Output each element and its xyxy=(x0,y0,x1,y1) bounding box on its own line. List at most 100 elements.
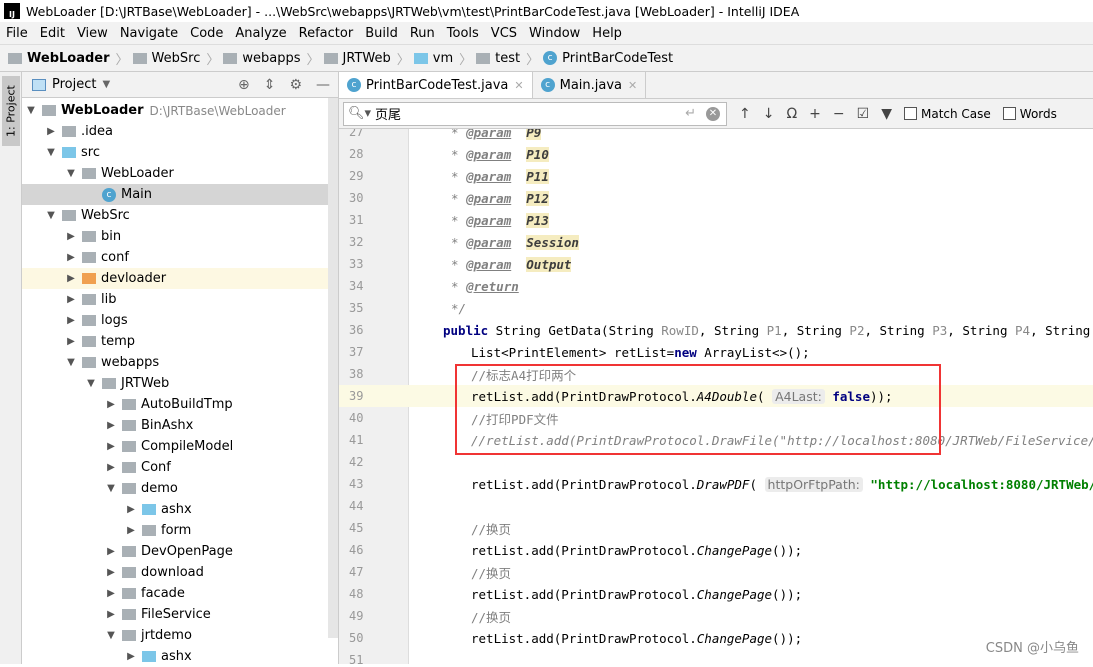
clear-icon[interactable]: ✕ xyxy=(706,106,720,121)
remove-selection-icon[interactable]: − xyxy=(833,106,845,122)
chevron-right-icon[interactable]: ▶ xyxy=(124,651,138,662)
tree-item[interactable]: ▶ lib xyxy=(22,289,338,310)
highlight-box xyxy=(455,364,941,455)
chevron-right-icon[interactable]: ▶ xyxy=(104,588,118,599)
chevron-down-icon[interactable]: ▼ xyxy=(64,168,78,179)
chevron-right-icon[interactable]: ▶ xyxy=(104,609,118,620)
tree-item[interactable]: ▼ JRTWeb xyxy=(22,373,338,394)
tree-item[interactable]: ▶ .idea xyxy=(22,121,338,142)
chevron-down-icon[interactable]: ▼ xyxy=(44,210,58,221)
tree-item[interactable]: ▶ CompileModel xyxy=(22,436,338,457)
chevron-right-icon[interactable]: ▶ xyxy=(64,294,78,305)
chevron-right-icon[interactable]: ▶ xyxy=(64,231,78,242)
close-icon[interactable]: ✕ xyxy=(514,79,523,92)
chevron-right-icon[interactable]: ▶ xyxy=(104,546,118,557)
breadcrumb-item[interactable]: webapps 〉 xyxy=(223,49,320,68)
tree-item[interactable]: ▶ form xyxy=(22,520,338,541)
next-occurrence-icon[interactable]: ↓ xyxy=(763,106,775,122)
chevron-right-icon[interactable]: ▶ xyxy=(44,126,58,137)
chevron-down-icon[interactable]: ▼ xyxy=(24,105,38,116)
scrollbar[interactable] xyxy=(328,98,338,638)
gear-icon[interactable]: ⚙ xyxy=(289,77,302,93)
chevron-down-icon[interactable]: ▼ xyxy=(44,147,58,158)
code-token: P9 xyxy=(526,129,542,140)
tab-main-java[interactable]: c Main.java ✕ xyxy=(533,72,647,98)
chevron-right-icon[interactable]: ▶ xyxy=(104,420,118,431)
menu-run[interactable]: Run xyxy=(404,26,441,41)
breadcrumb-item[interactable]: JRTWeb 〉 xyxy=(323,49,410,68)
menu-refactor[interactable]: Refactor xyxy=(293,26,360,41)
chevron-down-icon[interactable]: ▼ xyxy=(64,357,78,368)
menu-tools[interactable]: Tools xyxy=(441,26,485,41)
search-input[interactable] xyxy=(375,106,676,121)
breadcrumb-item[interactable]: c PrintBarCodeTest xyxy=(543,51,673,66)
filter-icon[interactable]: ▼ xyxy=(881,106,892,122)
search-icon[interactable]: 🔍︎▾ xyxy=(348,106,371,121)
previous-occurrence-icon[interactable]: ↑ xyxy=(739,106,751,122)
tree-item[interactable]: ▼ WebLoader D:\JRTBase\WebLoader xyxy=(22,100,338,121)
tree-item[interactable]: ▶ facade xyxy=(22,583,338,604)
menu-build[interactable]: Build xyxy=(359,26,404,41)
tree-item[interactable]: ▶ AutoBuildTmp xyxy=(22,394,338,415)
line-text: //换页 xyxy=(409,607,511,626)
tree-item[interactable]: ▶ Conf xyxy=(22,457,338,478)
words-checkbox[interactable]: Words xyxy=(1002,107,1057,121)
add-selection-icon[interactable]: + xyxy=(809,106,821,122)
project-tool-button[interactable]: 1: Project xyxy=(2,76,20,146)
chevron-right-icon[interactable]: ▶ xyxy=(64,273,78,284)
menu-navigate[interactable]: Navigate xyxy=(114,26,184,41)
breadcrumb-item[interactable]: vm 〉 xyxy=(413,49,472,68)
menu-vcs[interactable]: VCS xyxy=(485,26,523,41)
tree-item[interactable]: ▶ temp xyxy=(22,331,338,352)
breadcrumb-item[interactable]: WebSrc 〉 xyxy=(132,49,219,68)
chevron-right-icon[interactable]: ▶ xyxy=(64,336,78,347)
tree-item[interactable]: ▼ demo xyxy=(22,478,338,499)
tree-item[interactable]: ▼ webapps xyxy=(22,352,338,373)
chevron-right-icon[interactable]: ▶ xyxy=(104,399,118,410)
menu-code[interactable]: Code xyxy=(184,26,229,41)
tree-item[interactable]: c Main xyxy=(22,184,338,205)
hide-icon[interactable]: — xyxy=(316,77,330,93)
chevron-right-icon[interactable]: ▶ xyxy=(124,525,138,536)
collapse-all-icon[interactable]: ⇕ xyxy=(264,77,276,93)
tree-item[interactable]: ▶ conf xyxy=(22,247,338,268)
tab-printbarcodetest-java[interactable]: c PrintBarCodeTest.java ✕ xyxy=(339,72,533,98)
project-view-selector[interactable]: Project xyxy=(52,77,96,92)
locate-icon[interactable]: ⊕ xyxy=(238,77,250,93)
tree-item[interactable]: ▼ jrtdemo xyxy=(22,625,338,646)
chevron-right-icon[interactable]: ▶ xyxy=(64,252,78,263)
menu-analyze[interactable]: Analyze xyxy=(229,26,292,41)
chevron-down-icon[interactable]: ▼ xyxy=(104,630,118,641)
tree-item[interactable]: ▶ logs xyxy=(22,310,338,331)
tree-item[interactable]: ▶ FileService xyxy=(22,604,338,625)
select-all-occurrences-icon[interactable]: ☑ xyxy=(857,106,870,122)
chevron-down-icon[interactable]: ▼ xyxy=(104,483,118,494)
close-icon[interactable]: ✕ xyxy=(628,79,637,92)
chevron-right-icon[interactable]: ▶ xyxy=(124,504,138,515)
menu-view[interactable]: View xyxy=(71,26,114,41)
tree-item[interactable]: ▶ devloader xyxy=(22,268,338,289)
tree-item[interactable]: ▶ ashx xyxy=(22,499,338,520)
tab-label: PrintBarCodeTest.java xyxy=(366,77,509,93)
find-all-icon[interactable]: Ω xyxy=(786,106,797,122)
tree-item[interactable]: ▶ download xyxy=(22,562,338,583)
match-case-checkbox[interactable]: Match Case xyxy=(903,107,991,121)
tree-item[interactable]: ▼ src xyxy=(22,142,338,163)
breadcrumb-item[interactable]: test 〉 xyxy=(476,49,539,68)
breadcrumb-item[interactable]: WebLoader 〉 xyxy=(8,49,129,68)
chevron-right-icon[interactable]: ▶ xyxy=(104,441,118,452)
chevron-down-icon[interactable]: ▼ xyxy=(102,79,110,90)
tree-item[interactable]: ▶ DevOpenPage xyxy=(22,541,338,562)
chevron-right-icon[interactable]: ▶ xyxy=(104,462,118,473)
menu-help[interactable]: Help xyxy=(586,26,628,41)
tree-item[interactable]: ▶ bin xyxy=(22,226,338,247)
tree-item[interactable]: ▼ WebLoader xyxy=(22,163,338,184)
tree-item[interactable]: ▶ BinAshx xyxy=(22,415,338,436)
menu-edit[interactable]: Edit xyxy=(34,26,71,41)
menu-window[interactable]: Window xyxy=(523,26,586,41)
chevron-right-icon[interactable]: ▶ xyxy=(104,567,118,578)
menu-file[interactable]: File xyxy=(0,26,34,41)
tree-item[interactable]: ▼ WebSrc xyxy=(22,205,338,226)
chevron-down-icon[interactable]: ▼ xyxy=(84,378,98,389)
chevron-right-icon[interactable]: ▶ xyxy=(64,315,78,326)
